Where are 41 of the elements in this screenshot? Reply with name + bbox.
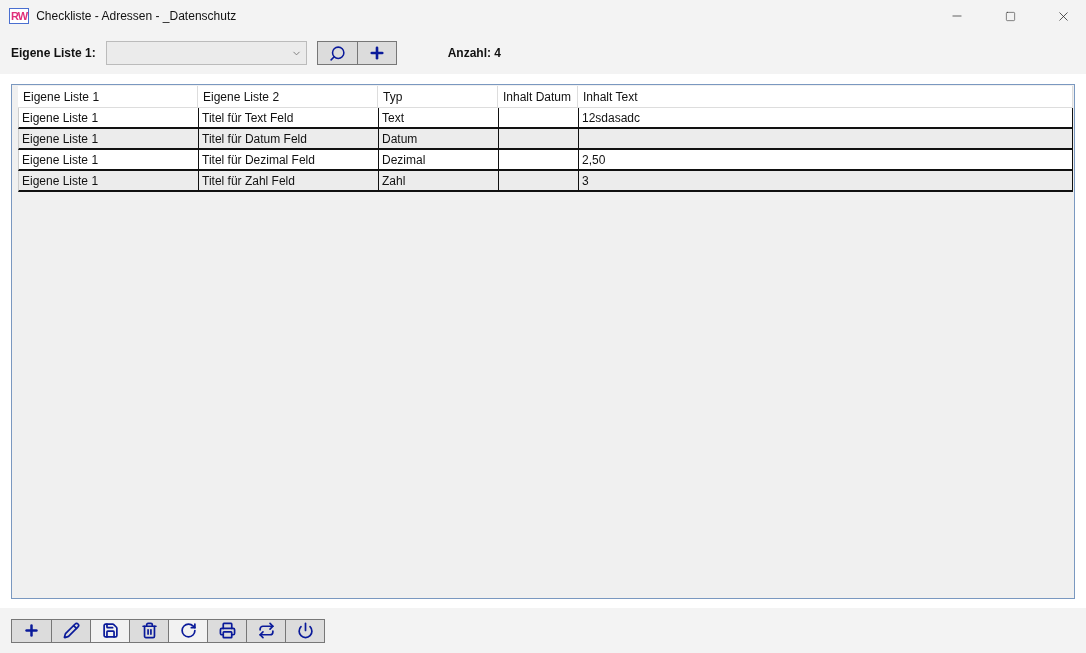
table-cell: 12sdasadc (579, 108, 1073, 127)
search-button[interactable] (317, 42, 357, 64)
maximize-icon (1004, 10, 1016, 22)
swap-arrows-icon (257, 622, 275, 639)
delete-button[interactable] (129, 619, 168, 642)
table-cell: Dezimal (379, 150, 499, 169)
record-count: Anzahl: 4 (447, 46, 502, 60)
printer-icon (218, 622, 236, 639)
add-button[interactable] (356, 42, 396, 64)
search-icon (328, 44, 346, 62)
column-header[interactable]: Inhalt Datum (498, 86, 578, 107)
rotate-icon (179, 622, 197, 639)
swap-button[interactable] (246, 619, 285, 642)
table-cell: Eigene Liste 1 (19, 108, 199, 127)
table-cell: Titel für Datum Feld (199, 129, 379, 148)
table-cell: Titel für Text Feld (199, 108, 379, 127)
column-header[interactable]: Eigene Liste 2 (198, 86, 378, 107)
column-header[interactable]: Typ (378, 86, 498, 107)
column-header[interactable]: Inhalt Text (578, 86, 1073, 107)
column-header[interactable]: Eigene Liste 1 (18, 86, 198, 107)
table-cell: Eigene Liste 1 (19, 129, 199, 148)
window-title: Checkliste - Adressen - _Datenschutz (36, 9, 238, 23)
table-cell: Titel für Zahl Feld (199, 171, 379, 190)
app-logo: RW (9, 8, 30, 24)
table-cell: 2,50 (579, 150, 1073, 169)
table-cell: 3 (579, 171, 1073, 190)
print-button[interactable] (207, 619, 246, 642)
plus-icon (23, 622, 40, 639)
pencil-icon (62, 622, 80, 639)
add-button[interactable] (12, 619, 51, 642)
edit-button[interactable] (51, 619, 90, 642)
trash-icon (140, 622, 158, 639)
table-cell: Datum (379, 129, 499, 148)
table-cell: Titel für Dezimal Feld (199, 150, 379, 169)
table-cell: Eigene Liste 1 (19, 171, 199, 190)
power-button[interactable] (285, 619, 324, 642)
power-icon (296, 622, 314, 639)
table-cell: Eigene Liste 1 (19, 150, 199, 169)
filter-label: Eigene Liste 1: (11, 46, 96, 60)
table-cell: Text (379, 108, 499, 127)
table-cell: Zahl (379, 171, 499, 190)
